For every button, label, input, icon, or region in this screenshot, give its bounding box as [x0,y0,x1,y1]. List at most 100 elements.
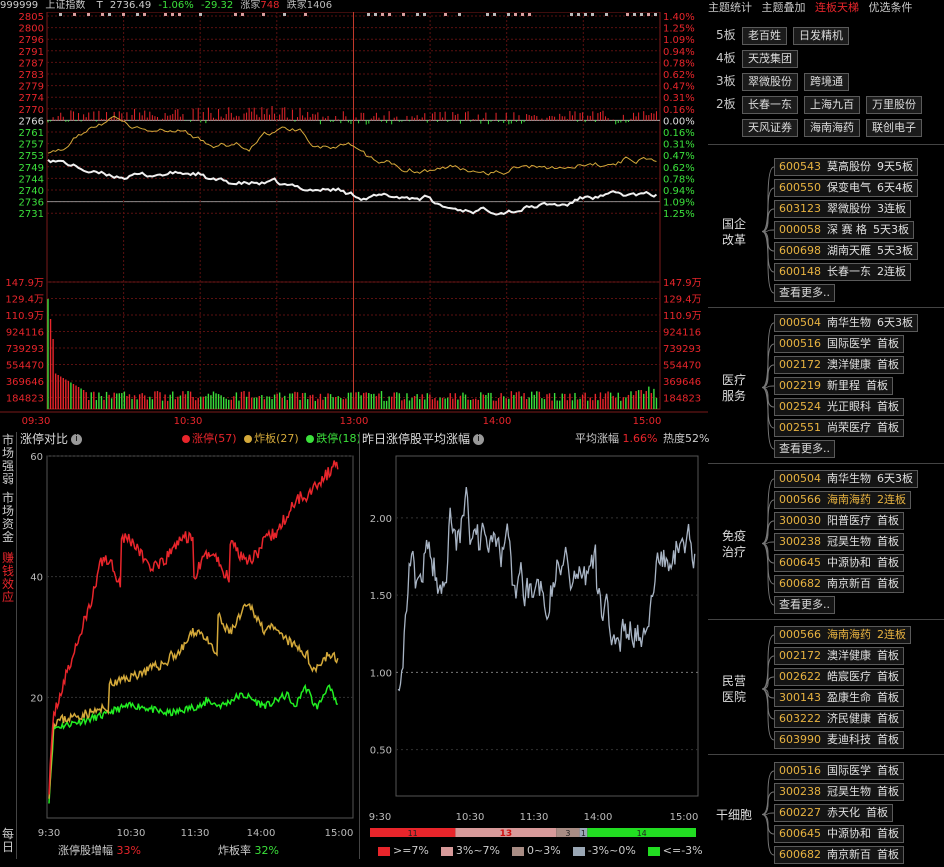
view-more-button[interactable]: 查看更多.. [774,596,835,614]
tick-marker [101,13,104,16]
theme-stock-row[interactable]: 002551 尚荣医疗 首板 [774,419,904,437]
legend-swatch-icon [647,846,660,856]
group-bracket [761,478,774,606]
stock-name: 济民健康 [827,712,871,725]
theme-stock-row[interactable]: 002172 澳洋健康 首板 [774,647,904,665]
legend-label: 0~3% [527,844,561,857]
tab-theme-overlay[interactable]: 主题叠加 [762,1,806,14]
stock-board-tag: 首板 [877,535,899,548]
index-code: 999999 [0,0,39,11]
x-tick-label: 9:30 [369,812,391,823]
theme-stock-row[interactable]: 600645 中源协和 首板 [774,554,904,572]
theme-stock-row[interactable]: 603222 济民健康 首板 [774,710,904,728]
side-tab-market-strength[interactable]: 市场强弱 [0,434,16,486]
ladder-stock-button[interactable]: 万里股份 [866,96,922,114]
tab-limit-ladder[interactable]: 连板天梯 [815,1,859,14]
plot-frame [46,455,354,819]
ladder-stock-button[interactable]: 翠微股份 [742,73,798,91]
stock-code: 600543 [779,160,821,173]
tick-marker [521,13,524,16]
limit-compare-chart[interactable]: 60 40 20 9:30 10:30 11:30 14:00 15:00 [17,446,357,841]
ladder-stock-button[interactable]: 跨境通 [804,73,849,91]
ladder-stock-button[interactable]: 老百姓 [742,27,787,45]
tick-marker [493,13,496,16]
theme-stock-row[interactable]: 600227 赤天化 首板 [774,804,893,822]
price-tick-label: 2749 [19,163,44,174]
y-tick-label: 0.50 [370,746,392,757]
theme-stock-row[interactable]: 600682 南京新百 首板 [774,575,904,593]
board-level-label: 4板 [716,51,736,65]
legend-swatch-icon [512,846,525,856]
stock-board-tag: 首板 [877,649,899,662]
theme-stock-row[interactable]: 600148 长春一东 2连板 [774,263,911,281]
theme-stock-row[interactable]: 002622 皓宸医疗 首板 [774,668,904,686]
theme-stock-row[interactable]: 000566 海南海药 2连板 [774,626,911,644]
volume-tick-label-right: 110.9万 [663,311,702,322]
theme-stock-row[interactable]: 000516 国际医学 首板 [774,762,904,780]
theme-stock-row[interactable]: 002172 澳洋健康 首板 [774,356,904,374]
theme-stock-row[interactable]: 600682 南京新百 首板 [774,846,904,864]
theme-stock-row[interactable]: 600550 保变电气 6天4板 [774,179,918,197]
theme-stock-row[interactable]: 000504 南华生物 6天3板 [774,470,918,488]
broken-rate-value: 32% [254,844,279,857]
tick-marker [486,13,489,16]
intraday-chart[interactable]: 2805 1.40% 2800 1.25% 2796 1.09% 2791 0.94% 2787… [0,12,708,432]
side-tab-money-effect[interactable]: 赚钱效应 [0,552,16,604]
view-more-button[interactable]: 查看更多.. [774,440,835,458]
theme-stock-row[interactable]: 600543 莫高股份 9天5板 [774,158,918,176]
heat-label: 热度52% [662,432,710,445]
tick-marker [381,13,384,16]
x-tick-label: 14:00 [584,812,613,823]
distribution-legend-item: >=7% [378,844,429,857]
ladder-stock-button[interactable]: 天茂集团 [742,50,798,68]
theme-stock-row[interactable]: 300238 冠昊生物 首板 [774,783,904,801]
volume-tick-label: 369646 [6,377,44,388]
theme-stock-row[interactable]: 000058 深 赛 格 5天3板 [774,221,914,239]
legend-up-limit: 涨停(57) [182,432,237,445]
ladder-stock-button[interactable]: 天风证券 [742,119,798,137]
board-row: 天风证券 海南海药 联创电子 [716,118,928,137]
stock-board-tag: 2连板 [877,265,906,278]
ladder-stock-button[interactable]: 长春一东 [742,96,798,114]
info-icon[interactable]: i [71,434,83,445]
theme-stock-row[interactable]: 000516 国际医学 首板 [774,335,904,353]
ladder-stock-button[interactable]: 海南海药 [804,119,860,137]
theme-stock-row[interactable]: 002524 光正眼科 首板 [774,398,904,416]
info-icon[interactable]: i [473,434,485,445]
ladder-stock-button[interactable]: 联创电子 [866,119,922,137]
volume-tick-label-right: 129.4万 [663,295,702,306]
tick-marker [626,13,629,16]
stock-board-tag: 首板 [877,556,899,569]
stock-code: 603990 [779,733,821,746]
volume-tick-label-right: 554470 [663,361,701,372]
ladder-stock-button[interactable]: 日发精机 [793,27,849,45]
theme-stock-row[interactable]: 002219 新里程 首板 [774,377,893,395]
ladder-stock-button[interactable]: 上海九百 [804,96,860,114]
tick-marker [423,13,426,16]
stock-name: 新里程 [827,379,860,392]
theme-stock-row[interactable]: 600698 湖南天雁 5天3板 [774,242,918,260]
pct-tick-label: 0.31% [663,140,695,151]
stock-name: 南华生物 [827,472,871,485]
view-more-button[interactable]: 查看更多.. [774,284,835,302]
time-tick-label: 15:00 [633,416,662,427]
avg-gain-chart[interactable]: 2.00 1.50 1.00 0.50 9:30 10:30 11:30 14:00 15:00… [360,446,704,841]
theme-stock-row[interactable]: 000504 南华生物 6天3板 [774,314,918,332]
side-tab-daily[interactable]: 每日 [0,828,16,854]
tab-preferred-conditions[interactable]: 优选条件 [869,1,913,14]
theme-stock-row[interactable]: 300030 阳普医疗 首板 [774,512,904,530]
volume-tick-label: 924116 [6,328,44,339]
stock-code: 300143 [779,691,821,704]
theme-stock-row[interactable]: 603123 翠微股份 3连板 [774,200,911,218]
stock-name: 海南海药 [827,628,871,641]
theme-stock-row[interactable]: 000566 海南海药 2连板 [774,491,911,509]
broken-rate-label: 炸板率 [217,844,251,857]
tick-marker [444,13,447,16]
theme-stock-row[interactable]: 300238 冠昊生物 首板 [774,533,904,551]
theme-stock-row[interactable]: 300143 盈康生命 首板 [774,689,904,707]
tab-theme-stats[interactable]: 主题统计 [708,1,752,14]
stock-name: 长春一东 [827,265,871,278]
side-tab-market-funds[interactable]: 市场资金 [0,492,16,544]
theme-stock-row[interactable]: 600645 中源协和 首板 [774,825,904,843]
theme-stock-row[interactable]: 603990 麦迪科技 首板 [774,731,904,749]
